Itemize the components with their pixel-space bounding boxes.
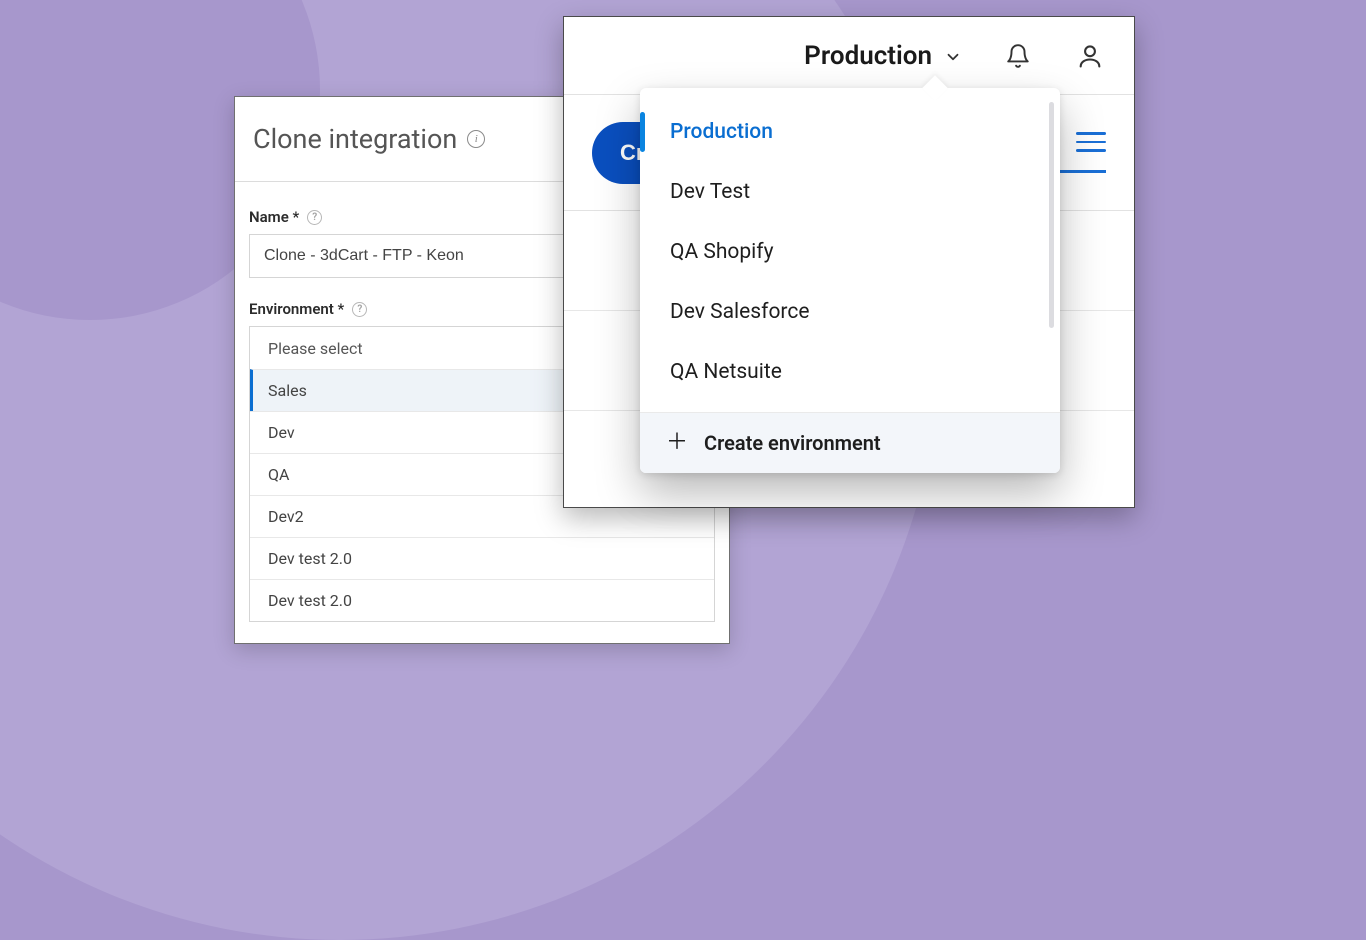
help-icon[interactable]: ? (352, 302, 367, 317)
environment-menu-item[interactable]: QA Netsuite (640, 342, 1060, 402)
user-icon[interactable] (1076, 42, 1104, 70)
create-environment-action[interactable]: ＋ Create environment (640, 413, 1060, 473)
environment-option[interactable]: Dev test 2.0 (250, 537, 714, 579)
menu-icon[interactable] (1076, 132, 1106, 152)
info-icon[interactable]: i (467, 130, 485, 148)
environment-menu: ProductionDev TestQA ShopifyDev Salesfor… (640, 88, 1060, 473)
help-icon[interactable]: ? (307, 210, 322, 225)
environment-menu-item[interactable]: Production (640, 102, 1060, 162)
plus-icon: ＋ (666, 432, 688, 454)
clone-panel-title: Clone integration (253, 123, 457, 155)
environment-option[interactable]: Dev test 2.0 (250, 579, 714, 621)
environment-label: Environment * (249, 300, 344, 318)
environment-menu-item[interactable]: Dev Test (640, 162, 1060, 222)
bell-icon[interactable] (1004, 42, 1032, 70)
top-bar: Production (564, 17, 1134, 95)
chevron-down-icon (944, 48, 960, 64)
environment-selector-label: Production (804, 41, 932, 71)
environment-menu-item[interactable]: Dev Salesforce (640, 282, 1060, 342)
create-environment-label: Create environment (704, 431, 881, 455)
name-label: Name * (249, 208, 299, 226)
environment-selector[interactable]: Production (804, 41, 960, 71)
environment-menu-item[interactable]: QA Shopify (640, 222, 1060, 282)
